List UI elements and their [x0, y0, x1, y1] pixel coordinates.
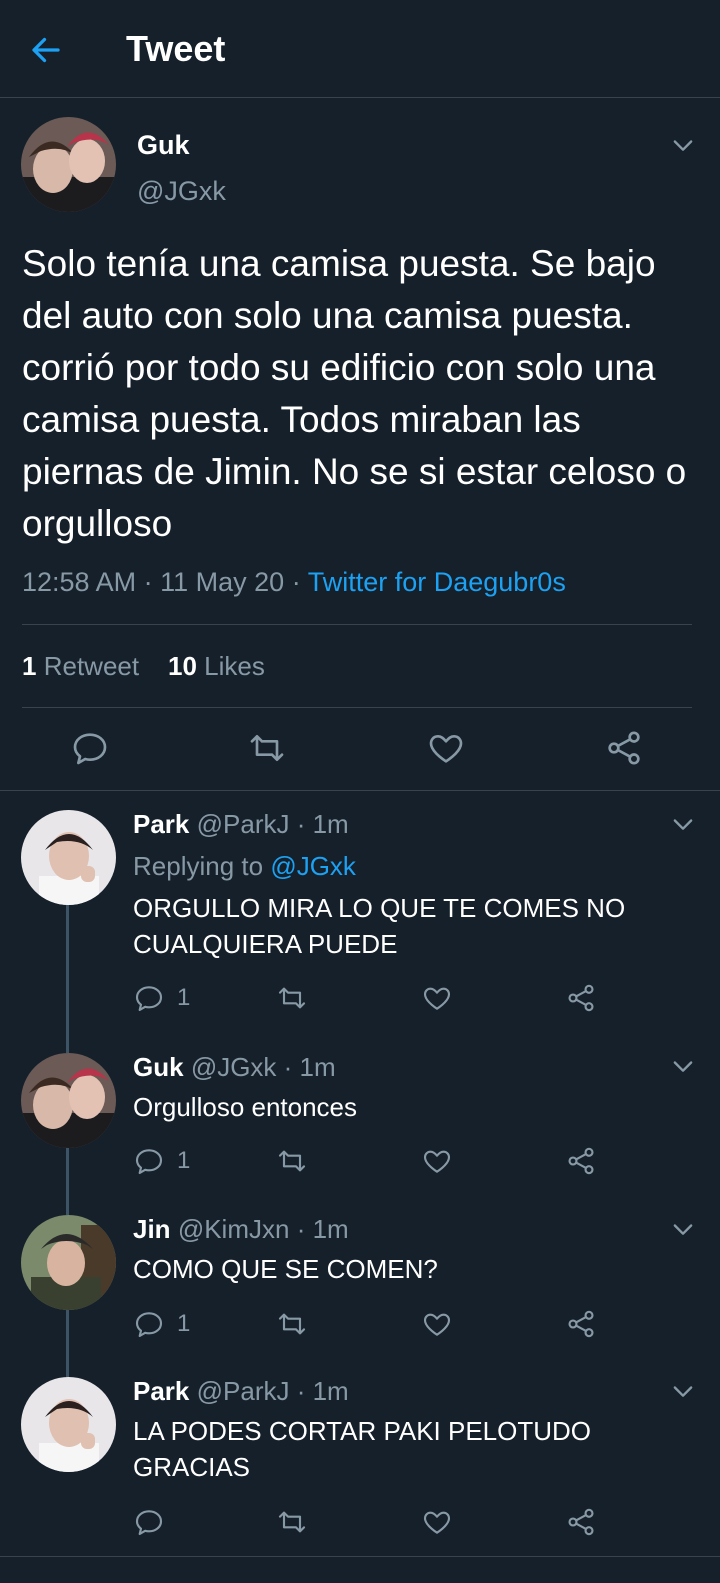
reply-author-handle[interactable]: @JGxk — [191, 1052, 277, 1082]
reply-count: 1 — [177, 1310, 191, 1337]
divider — [0, 1556, 720, 1557]
reply-icon — [135, 1312, 163, 1338]
reply-author-name[interactable]: Guk — [133, 1052, 184, 1082]
avatar[interactable] — [21, 1215, 116, 1310]
reply-author-name[interactable]: Park — [133, 1376, 189, 1406]
reply-icon — [135, 1149, 163, 1175]
divider — [0, 790, 720, 791]
avatar[interactable] — [21, 1053, 116, 1148]
like-button[interactable] — [421, 1506, 453, 1538]
like-icon — [423, 987, 451, 1010]
reply-time: · 1m — [296, 809, 349, 839]
share-button[interactable] — [565, 982, 597, 1014]
like-button[interactable] — [421, 982, 453, 1014]
chevron-down-icon[interactable] — [669, 1215, 697, 1243]
like-button[interactable] — [421, 1308, 453, 1340]
divider — [22, 707, 692, 708]
likes-stat[interactable]: 10 Likes — [168, 651, 265, 681]
reply-icon — [135, 1510, 163, 1536]
reply-header: Jin @KimJxn · 1m — [133, 1214, 349, 1245]
tweet-meta: 12:58 AM · 11 May 20 · Twitter for Daegu… — [22, 567, 566, 598]
reply-author-name[interactable]: Park — [133, 809, 189, 839]
like-icon — [423, 1511, 451, 1534]
reply-header: Park @ParkJ · 1m — [133, 1376, 349, 1407]
share-icon[interactable] — [604, 728, 644, 768]
retweet-icon — [278, 987, 306, 1009]
share-button[interactable] — [565, 1145, 597, 1177]
share-button[interactable] — [565, 1308, 597, 1340]
retweet-button[interactable] — [276, 1308, 308, 1340]
retweet-icon — [278, 1313, 306, 1335]
share-icon — [568, 1310, 594, 1338]
meta-separator: · — [143, 567, 153, 597]
reply-icon[interactable] — [70, 728, 110, 768]
reply-button[interactable]: 1 — [133, 1145, 190, 1177]
reply-header: Guk @JGxk · 1m — [133, 1052, 336, 1083]
reply-count: 1 — [177, 1147, 191, 1174]
reply-button[interactable]: 1 — [133, 982, 190, 1014]
reply-icon — [135, 986, 163, 1012]
retweet-stat[interactable]: 1 Retweet — [22, 651, 139, 681]
chevron-down-icon[interactable] — [669, 1377, 697, 1405]
reply-text: COMO QUE SE COMEN? — [133, 1254, 438, 1284]
share-button[interactable] — [565, 1506, 597, 1538]
reply-time: · 1m — [283, 1052, 336, 1082]
replying-to-link[interactable]: @JGxk — [270, 851, 356, 881]
reply-header: Park @ParkJ · 1m — [133, 809, 349, 840]
retweet-button[interactable] — [276, 982, 308, 1014]
reply-text: ORGULLO MIRA LO QUE TE COMES NO CUALQUIE… — [133, 893, 626, 959]
retweet-icon[interactable] — [247, 728, 287, 768]
reply-author-handle[interactable]: @ParkJ — [197, 1376, 290, 1406]
share-icon — [568, 1508, 594, 1536]
top-bar: Tweet — [0, 0, 720, 98]
retweet-icon — [278, 1511, 306, 1533]
tweet-source-link[interactable]: Twitter for Daegubr0s — [308, 567, 566, 597]
replying-to: Replying to @JGxk — [133, 851, 356, 881]
retweet-button[interactable] — [276, 1145, 308, 1177]
chevron-down-icon[interactable] — [669, 131, 697, 159]
tweet-stats: 1 Retweet 10 Likes — [22, 651, 265, 682]
like-icon[interactable] — [426, 728, 466, 768]
reply-author-name[interactable]: Jin — [133, 1214, 171, 1244]
author-name[interactable]: Guk — [137, 130, 190, 161]
author-handle[interactable]: @JGxk — [137, 176, 226, 207]
reply-button[interactable] — [133, 1506, 165, 1538]
reply-author-handle[interactable]: @KimJxn — [178, 1214, 290, 1244]
thread-line — [66, 1148, 69, 1215]
thread-line — [66, 1310, 69, 1377]
page-title: Tweet — [126, 28, 226, 69]
retweet-button[interactable] — [276, 1506, 308, 1538]
back-arrow-icon[interactable] — [28, 32, 64, 68]
like-button[interactable] — [421, 1145, 453, 1177]
reply-button[interactable]: 1 — [133, 1308, 190, 1340]
tweet-time: 12:58 AM — [22, 567, 137, 597]
reply-count: 1 — [177, 984, 191, 1011]
like-icon — [423, 1313, 451, 1336]
tweet-text: Solo tenía una camisa puesta. Se bajo de… — [22, 243, 687, 544]
avatar[interactable] — [21, 117, 116, 212]
chevron-down-icon[interactable] — [669, 810, 697, 838]
avatar[interactable] — [21, 1377, 116, 1472]
chevron-down-icon[interactable] — [669, 1052, 697, 1080]
retweet-icon — [278, 1150, 306, 1172]
thread-line — [66, 905, 69, 1053]
share-icon — [568, 984, 594, 1012]
tweet-date: 11 May 20 — [160, 567, 285, 597]
share-icon — [568, 1147, 594, 1175]
reply-time: · 1m — [296, 1376, 349, 1406]
reply-author-handle[interactable]: @ParkJ — [197, 809, 290, 839]
like-icon — [423, 1150, 451, 1173]
reply-text: Orgulloso entonces — [133, 1092, 358, 1122]
reply-time: · 1m — [296, 1214, 349, 1244]
divider — [22, 624, 692, 625]
meta-separator: · — [291, 567, 301, 597]
reply-text: LA PODES CORTAR PAKI PELOTUDO GRACIAS — [133, 1416, 592, 1482]
avatar[interactable] — [21, 810, 116, 905]
